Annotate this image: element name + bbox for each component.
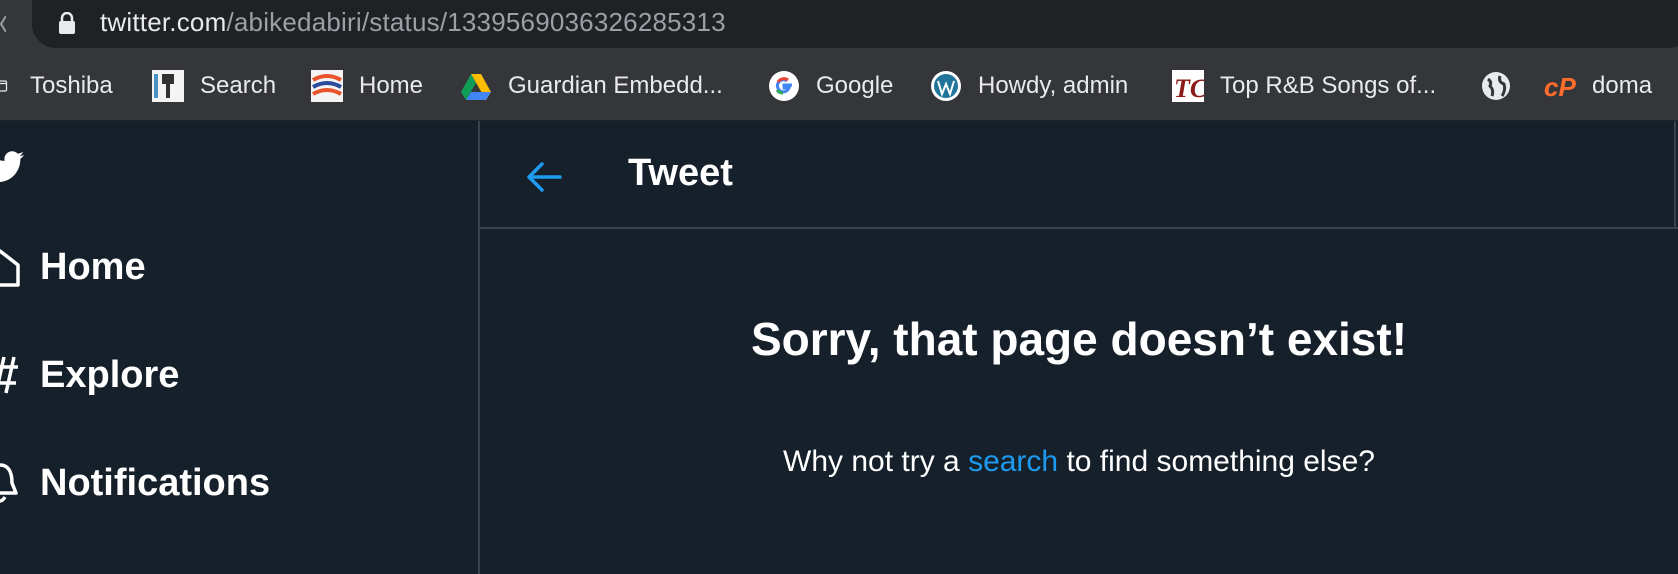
search-bookmark-icon: [152, 70, 184, 102]
error-text-before: Why not try a: [783, 445, 969, 478]
wordpress-icon: [931, 71, 961, 101]
bookmark-label: Home: [359, 72, 424, 99]
sidebar-item-home[interactable]: Home: [0, 245, 146, 289]
address-bar[interactable]: twitter.com/abikedabiri/status/133956903…: [32, 0, 1678, 48]
lock-icon[interactable]: [58, 12, 76, 34]
home-icon: [0, 249, 20, 287]
sidebar-nav: Home Explore Notifications: [0, 121, 478, 574]
bookmark-label: Google: [816, 72, 894, 99]
bookmark-label: Top R&B Songs of...: [1220, 72, 1437, 99]
sidebar-item-label: Notifications: [40, 461, 271, 504]
svg-text:cP: cP: [1544, 72, 1576, 102]
twitter-logo-icon[interactable]: [0, 143, 26, 191]
bookmark-cpanel[interactable]: cP doma: [1544, 68, 1652, 104]
url-path: /abikedabiri/status/1339569036326285313: [226, 7, 726, 37]
search-link[interactable]: search: [968, 445, 1058, 478]
google-drive-icon: [461, 74, 491, 100]
bookmark-label: doma: [1592, 72, 1653, 99]
bookmark-label: Howdy, admin: [978, 72, 1129, 99]
bookmark-search[interactable]: Search: [152, 68, 276, 104]
main-column: Tweet Sorry, that page doesn’t exist! Wh…: [478, 121, 1678, 574]
bookmark-wordpress[interactable]: Howdy, admin: [930, 68, 1128, 104]
hashtag-icon: [0, 356, 18, 394]
back-arrow-icon[interactable]: [524, 159, 564, 195]
bookmark-google[interactable]: Google: [768, 68, 893, 104]
sidebar-item-label: Home: [40, 245, 146, 288]
bookmark-top-rnb[interactable]: TC Top R&B Songs of...: [1172, 68, 1436, 104]
bookmark-globe[interactable]: [1480, 68, 1528, 104]
sidebar-item-label: Explore: [40, 353, 180, 396]
page-title: Tweet: [628, 152, 733, 194]
bookmark-guardian[interactable]: Guardian Embedd...: [460, 68, 723, 104]
twitter-page: Home Explore Notifications Tweet Sorry, …: [0, 121, 1678, 574]
browser-toolbar: twitter.com/abikedabiri/status/133956903…: [0, 0, 1678, 52]
right-border: [1674, 121, 1676, 229]
tc-logo-icon: TC: [1172, 70, 1204, 102]
bookmark-label: Guardian Embedd...: [508, 72, 723, 99]
home-bookmark-icon: [311, 70, 343, 102]
bookmark-home[interactable]: Home: [311, 68, 423, 104]
bookmarks-bar: Toshiba Search Home Guardian Embedd... G…: [0, 52, 1678, 120]
bookmark-label: Toshiba: [30, 72, 113, 99]
error-message: Why not try a search to find something e…: [480, 443, 1678, 481]
sidebar-item-notifications[interactable]: Notifications: [0, 461, 270, 505]
google-icon: [769, 71, 799, 101]
bell-icon: [0, 463, 18, 503]
url-text[interactable]: twitter.com/abikedabiri/status/133956903…: [100, 6, 726, 38]
folder-icon: [0, 80, 8, 92]
bookmark-toshiba[interactable]: Toshiba: [0, 68, 113, 104]
error-text-after: to find something else?: [1058, 445, 1375, 478]
cpanel-icon: cP: [1544, 72, 1576, 102]
globe-icon: [1482, 72, 1510, 100]
url-host: twitter.com: [100, 7, 227, 37]
tweet-header: Tweet: [480, 121, 1678, 229]
svg-text:TC: TC: [1174, 74, 1204, 102]
error-title: Sorry, that page doesn’t exist!: [750, 313, 1408, 365]
back-nav-icon[interactable]: [0, 14, 6, 34]
sidebar-item-explore[interactable]: Explore: [0, 353, 179, 397]
bookmark-label: Search: [200, 72, 277, 99]
